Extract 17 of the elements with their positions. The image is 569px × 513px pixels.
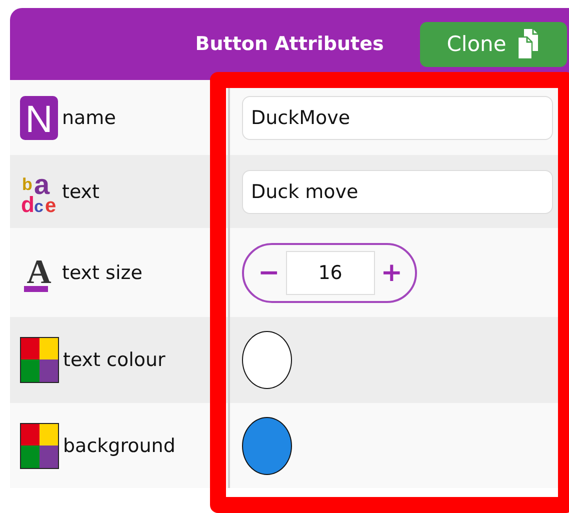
attribute-label: text size	[62, 262, 142, 284]
increase-button[interactable]: +	[374, 258, 409, 288]
color-swatch[interactable]	[242, 416, 292, 474]
size-field[interactable]: 16	[286, 250, 375, 294]
palette-icon	[20, 422, 59, 468]
palette-icon	[20, 337, 59, 383]
attribute-label: name	[62, 106, 116, 128]
attribute-label: text	[62, 180, 100, 202]
letter-tile-icon: N	[20, 96, 58, 140]
copy-icon	[518, 29, 540, 59]
attribute-label: text colour	[63, 349, 166, 371]
decrease-button[interactable]: −	[252, 258, 286, 288]
text-field[interactable]: Duck move	[242, 170, 553, 214]
panel-title: Button Attributes	[195, 33, 384, 55]
attribute-label: background	[63, 434, 176, 456]
text-field[interactable]: DuckMove	[242, 96, 553, 140]
size-stepper[interactable]: − 16 +	[242, 242, 417, 302]
